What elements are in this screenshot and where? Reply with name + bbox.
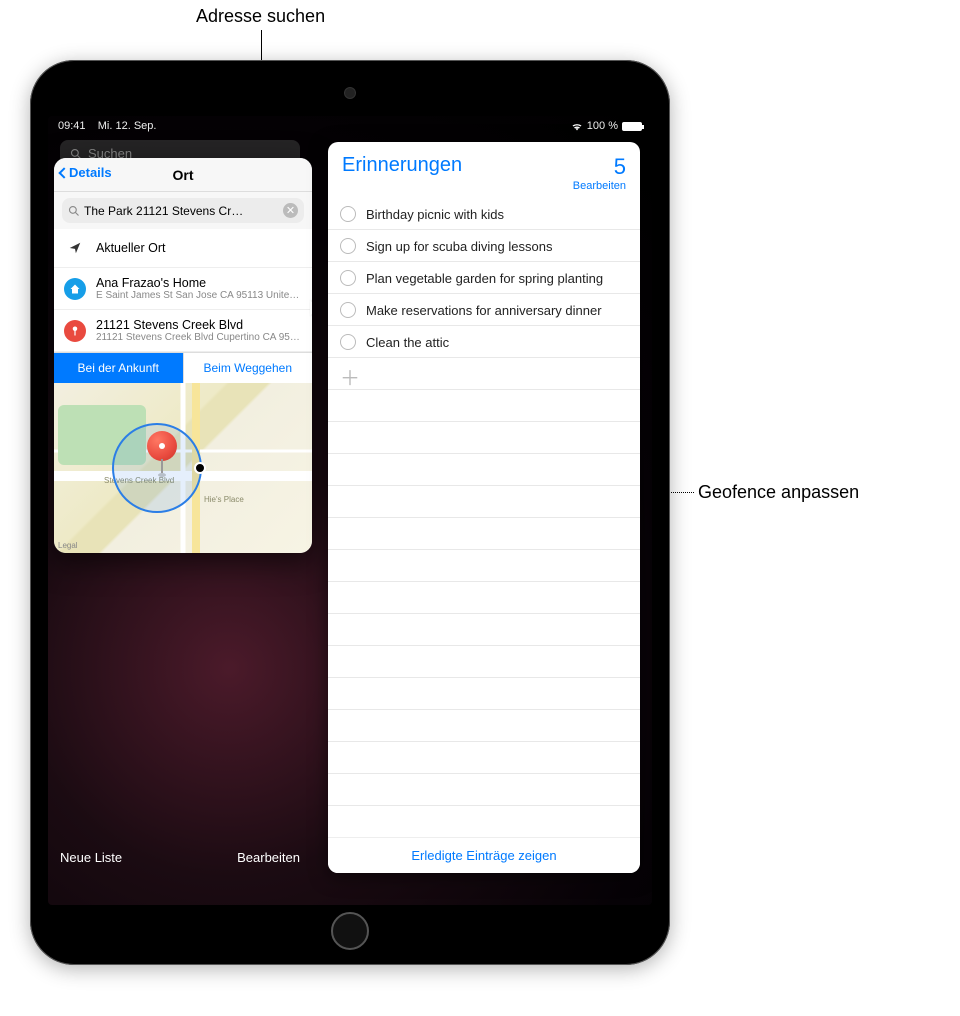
reminder-item[interactable]: Sign up for scuba diving lessons [328,230,640,262]
reminders-list: Birthday picnic with kids Sign up for sc… [328,198,640,837]
reminder-item[interactable]: Make reservations for anniversary dinner [328,294,640,326]
reminder-radio[interactable] [340,302,356,318]
reminders-title: Erinnerungen [342,154,462,177]
battery-icon [622,122,642,131]
reminder-item[interactable]: Birthday picnic with kids [328,198,640,230]
sidebar-footer: Neue Liste Bearbeiten [60,850,300,865]
map-legal-link[interactable]: Legal [58,541,78,550]
location-search-text: The Park 21121 Stevens Cr… [84,204,283,218]
reminder-radio[interactable] [340,238,356,254]
popover-pointer [310,300,312,316]
geofence-handle[interactable] [194,462,206,474]
reminder-text: Birthday picnic with kids [366,207,504,222]
popover-header: Details Ort [54,158,312,192]
location-item-title: 21121 Stevens Creek Blvd [96,318,302,332]
location-search-field[interactable]: The Park 21121 Stevens Cr… ✕ [62,198,304,223]
status-date: Mi. 12. Sep. [98,120,157,132]
chevron-left-icon [58,167,69,178]
location-item-home[interactable]: Ana Frazao's Home E Saint James St San J… [54,268,312,310]
reminder-item[interactable]: Clean the attic [328,326,640,358]
segment-arrive[interactable]: Bei der Ankunft [54,353,183,383]
callout-right: Geofence anpassen [698,482,859,503]
arrive-leave-segment: Bei der Ankunft Beim Weggehen [54,352,312,383]
reminder-text: Plan vegetable garden for spring plantin… [366,271,603,286]
location-item-subtitle: 21121 Stevens Creek Blvd Cupertino CA 95… [96,332,302,343]
sidebar-edit-button[interactable]: Bearbeiten [237,850,300,865]
pin-icon [64,320,86,342]
location-popover: Details Ort The Park 21121 Stevens Cr… ✕… [54,158,312,553]
battery-percent: 100 % [587,120,618,132]
reminder-radio[interactable] [340,334,356,350]
ipad-frame: 09:41 Mi. 12. Sep. 100 % Suchen Neue Lis… [30,60,670,965]
wifi-icon [571,122,583,131]
home-button[interactable] [331,912,369,950]
camera-dot [345,88,355,98]
map-view[interactable]: Stevens Creek Blvd Hie's Place Legal [54,383,312,553]
reminder-radio[interactable] [340,270,356,286]
reminders-panel: Erinnerungen 5 Bearbeiten Birthday picni… [328,142,640,873]
new-list-button[interactable]: Neue Liste [60,850,122,865]
clear-search-button[interactable]: ✕ [283,203,298,218]
add-reminder-button[interactable]: ＋ [328,358,640,395]
location-item-subtitle: E Saint James St San Jose CA 95113 Unite… [96,290,302,301]
reminders-edit-button[interactable]: Bearbeiten [573,180,626,192]
back-label: Details [69,165,112,180]
map-place-label: Hie's Place [204,495,244,504]
status-bar: 09:41 Mi. 12. Sep. 100 % [48,116,652,134]
reminder-text: Make reservations for anniversary dinner [366,303,602,318]
status-right: 100 % [571,120,642,132]
show-completed-button[interactable]: Erledigte Einträge zeigen [328,837,640,873]
status-left: 09:41 Mi. 12. Sep. [58,120,156,132]
reminders-count: 5 [573,154,626,180]
screen: 09:41 Mi. 12. Sep. 100 % Suchen Neue Lis… [48,116,652,905]
segment-leave[interactable]: Beim Weggehen [183,353,313,383]
location-arrow-icon [64,237,86,259]
status-time: 09:41 [58,120,86,132]
reminder-text: Sign up for scuba diving lessons [366,239,552,254]
callout-top: Adresse suchen [196,6,325,27]
reminder-radio[interactable] [340,206,356,222]
home-icon [64,278,86,300]
popover-title: Ort [173,167,194,183]
reminder-item[interactable]: Plan vegetable garden for spring plantin… [328,262,640,294]
location-item-address[interactable]: 21121 Stevens Creek Blvd 21121 Stevens C… [54,310,312,352]
location-item-title: Ana Frazao's Home [96,276,302,290]
reminders-header: Erinnerungen 5 Bearbeiten [328,142,640,198]
location-item-current[interactable]: Aktueller Ort [54,229,312,268]
search-icon [68,205,80,217]
back-button[interactable]: Details [60,165,112,180]
reminder-text: Clean the attic [366,335,449,350]
location-item-title: Aktueller Ort [96,241,302,255]
location-results: Aktueller Ort Ana Frazao's Home E Saint … [54,229,312,352]
map-pin-icon [147,431,177,461]
